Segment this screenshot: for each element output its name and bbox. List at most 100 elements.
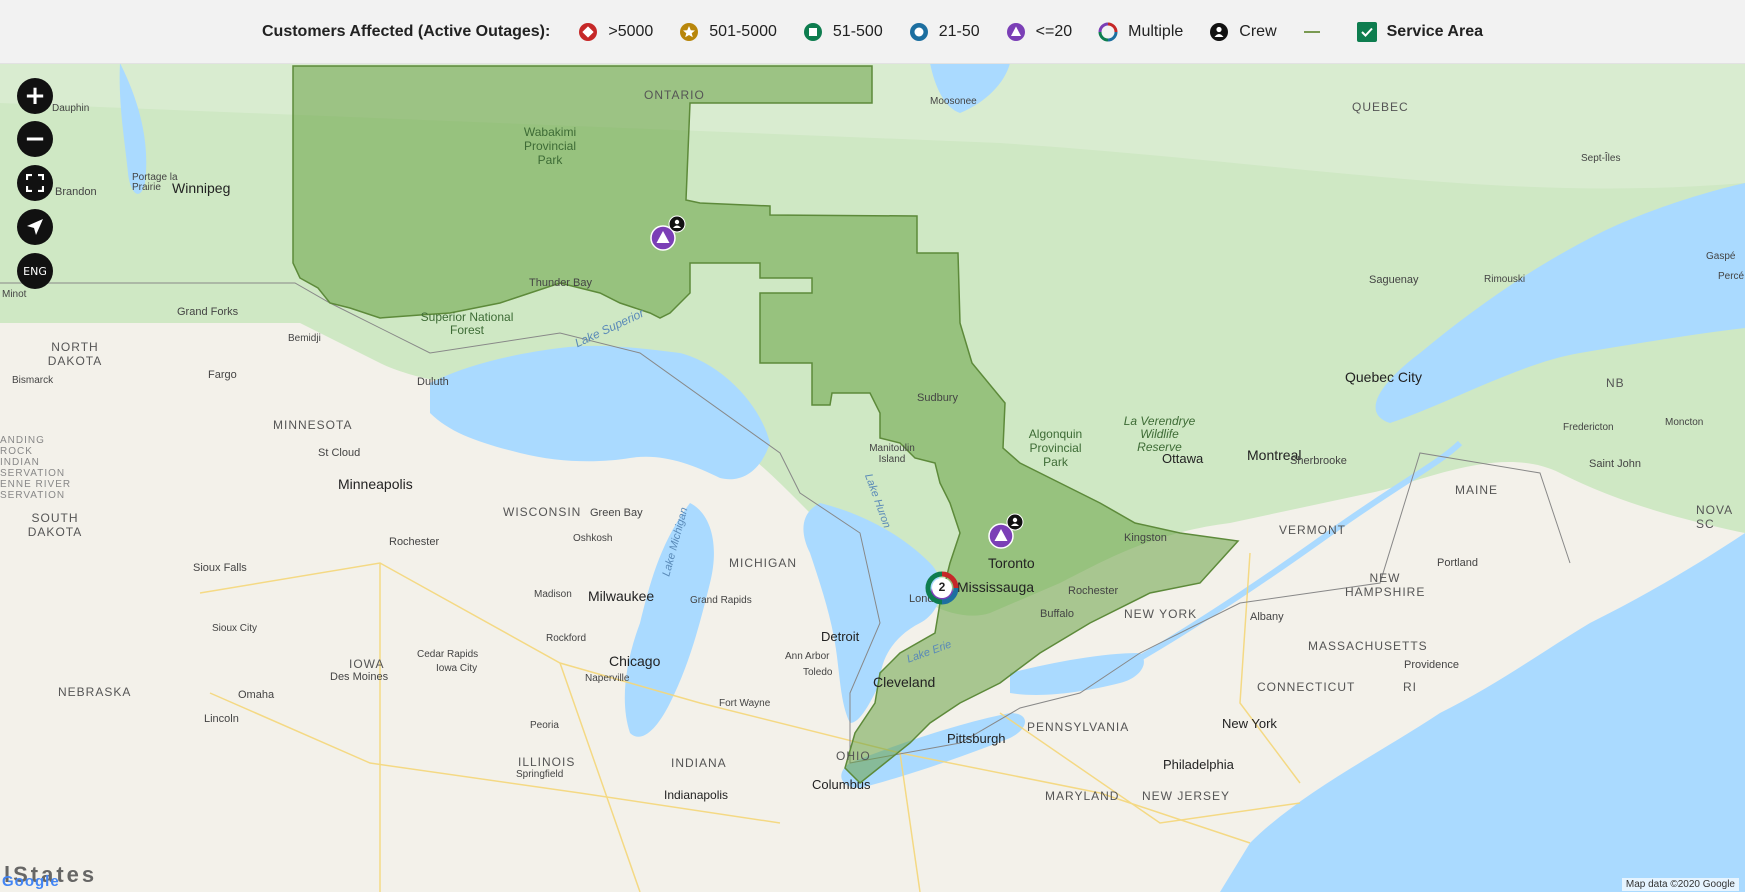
checkbox-checked-icon[interactable] xyxy=(1356,21,1377,42)
label-naperville: Naperville xyxy=(585,673,630,684)
label-nebraska: NEBRASKA xyxy=(58,685,132,699)
label-peoria: Peoria xyxy=(530,720,559,731)
label-new-york-city: New York xyxy=(1222,716,1277,731)
outage-marker-thunder-bay[interactable] xyxy=(650,215,690,251)
square-icon xyxy=(803,22,822,41)
outage-cluster-marker[interactable]: 2 xyxy=(922,568,962,608)
legend-bar: Customers Affected (Active Outages): >50… xyxy=(0,0,1745,64)
label-lincoln: Lincoln xyxy=(204,713,239,725)
label-moosonee: Moosonee xyxy=(930,96,977,107)
label-rochester-ny: Rochester xyxy=(1068,585,1119,597)
outage-marker-parry-sound[interactable] xyxy=(988,513,1028,549)
label-ann-arbor: Ann Arbor xyxy=(785,651,830,662)
legend-label-over-5000: >5000 xyxy=(608,22,654,40)
legend-label-501-5000: 501-5000 xyxy=(709,22,777,40)
fullscreen-icon xyxy=(26,174,44,192)
star-icon xyxy=(680,22,699,41)
label-mississauga: Mississauga xyxy=(957,579,1035,595)
zoom-in-button[interactable]: + xyxy=(17,78,53,114)
label-pennsylvania: PENNSYLVANIA xyxy=(1027,720,1130,734)
label-oshkosh: Oshkosh xyxy=(573,533,613,544)
label-maine: MAINE xyxy=(1455,483,1499,497)
label-iowa: IOWA xyxy=(349,657,385,671)
legend-label-51-500: 51-500 xyxy=(832,22,883,40)
label-portland: Portland xyxy=(1437,557,1478,569)
label-wabakimi: Wabakimi Provincial Park xyxy=(523,125,577,167)
label-dauphin: Dauphin xyxy=(52,103,90,114)
triangle-icon xyxy=(1006,22,1025,41)
label-cleveland: Cleveland xyxy=(873,674,936,690)
label-fargo: Fargo xyxy=(208,369,237,381)
label-ohio: OHIO xyxy=(836,749,871,763)
label-grand-forks: Grand Forks xyxy=(177,306,239,318)
locate-me-button[interactable] xyxy=(17,209,53,245)
label-minnesota: MINNESOTA xyxy=(273,418,353,432)
crew-icon xyxy=(1210,22,1229,41)
label-perce: Percé xyxy=(1718,271,1745,282)
label-moncton: Moncton xyxy=(1665,417,1704,428)
label-north-dakota: NORTH DAKOTA xyxy=(47,340,103,368)
label-lake-superior: Lake Superior xyxy=(572,305,647,351)
service-area-label: Service Area xyxy=(1386,22,1483,40)
label-nb: NB xyxy=(1606,376,1625,390)
label-ontario: ONTARIO xyxy=(644,88,705,102)
legend-item-21-50: 21-50 xyxy=(909,22,980,42)
map-attribution[interactable]: Map data ©2020 Google xyxy=(1621,878,1739,891)
label-rochester-mn: Rochester xyxy=(389,536,440,548)
label-minot: Minot xyxy=(2,289,27,300)
label-indianapolis: Indianapolis xyxy=(664,788,729,802)
label-new-hampshire: NEW HAMPSHIRE xyxy=(1345,571,1426,599)
label-sherbrooke: Sherbrooke xyxy=(1290,455,1347,467)
circle-icon xyxy=(909,22,928,41)
label-sept-iles: Sept-Îles xyxy=(1581,153,1621,164)
label-connecticut: CONNECTICUT xyxy=(1257,680,1356,694)
multiple-ring-icon xyxy=(1098,22,1118,41)
legend-label-multiple: Multiple xyxy=(1128,22,1184,40)
label-saint-john: Saint John xyxy=(1589,458,1641,470)
label-rimouski: Rimouski xyxy=(1484,274,1526,285)
legend-label-crew: Crew xyxy=(1239,22,1277,40)
label-thunder-bay: Thunder Bay xyxy=(529,277,592,289)
legend-item-501-5000: 501-5000 xyxy=(679,22,777,42)
label-sudbury: Sudbury xyxy=(917,392,958,404)
label-st-cloud: St Cloud xyxy=(318,447,361,459)
label-grand-rapids: Grand Rapids xyxy=(690,595,752,606)
label-new-york-state: NEW YORK xyxy=(1124,607,1198,621)
legend-label-under-20: <=20 xyxy=(1035,22,1073,40)
label-bismarck: Bismarck xyxy=(12,375,54,386)
label-south-dakota: SOUTH DAKOTA xyxy=(27,511,83,539)
label-buffalo: Buffalo xyxy=(1040,608,1075,620)
label-des-moines: Des Moines xyxy=(330,671,389,683)
label-pittsburgh: Pittsburgh xyxy=(947,731,1006,746)
label-massachusetts: MASSACHUSETTS xyxy=(1308,639,1428,653)
label-albany: Albany xyxy=(1250,611,1284,623)
label-wisconsin: WISCONSIN xyxy=(503,505,582,519)
service-area-toggle[interactable]: Service Area xyxy=(1356,21,1483,42)
label-quebec-city: Quebec City xyxy=(1345,369,1423,385)
zoom-out-button[interactable]: − xyxy=(17,121,53,157)
label-portage: Portage la Prairie xyxy=(132,172,178,193)
legend-item-under-20: <=20 xyxy=(1006,22,1072,42)
label-detroit: Detroit xyxy=(821,629,860,644)
legend-item-crew: Crew xyxy=(1209,22,1277,42)
label-columbus: Columbus xyxy=(812,777,871,792)
label-superior-nf: Superior National Forest xyxy=(420,310,514,337)
label-lake-erie: Lake Erie xyxy=(905,638,954,666)
label-fort-wayne: Fort Wayne xyxy=(719,698,771,709)
label-new-jersey: NEW JERSEY xyxy=(1142,789,1231,803)
label-minneapolis: Minneapolis xyxy=(338,476,413,492)
label-toronto: Toronto xyxy=(988,555,1035,571)
legend-item-multiple: Multiple xyxy=(1098,22,1183,42)
label-standing-rock: ANDING ROCK INDIAN SERVATION xyxy=(0,435,66,479)
label-vermont: VERMONT xyxy=(1279,523,1346,537)
fullscreen-button[interactable] xyxy=(17,165,53,201)
label-saguenay: Saguenay xyxy=(1369,274,1419,286)
label-madison: Madison xyxy=(534,589,572,600)
label-kingston: Kingston xyxy=(1124,532,1167,544)
map-canvas[interactable]: ONTARIO QUEBEC Wabakimi Provincial Park … xyxy=(0,63,1745,892)
location-arrow-icon xyxy=(27,219,43,235)
google-logo[interactable]: Google xyxy=(2,873,60,890)
label-illinois: ILLINOIS xyxy=(518,755,576,769)
label-iowa-city: Iowa City xyxy=(436,663,478,674)
language-toggle-button[interactable]: ENG xyxy=(17,253,53,289)
